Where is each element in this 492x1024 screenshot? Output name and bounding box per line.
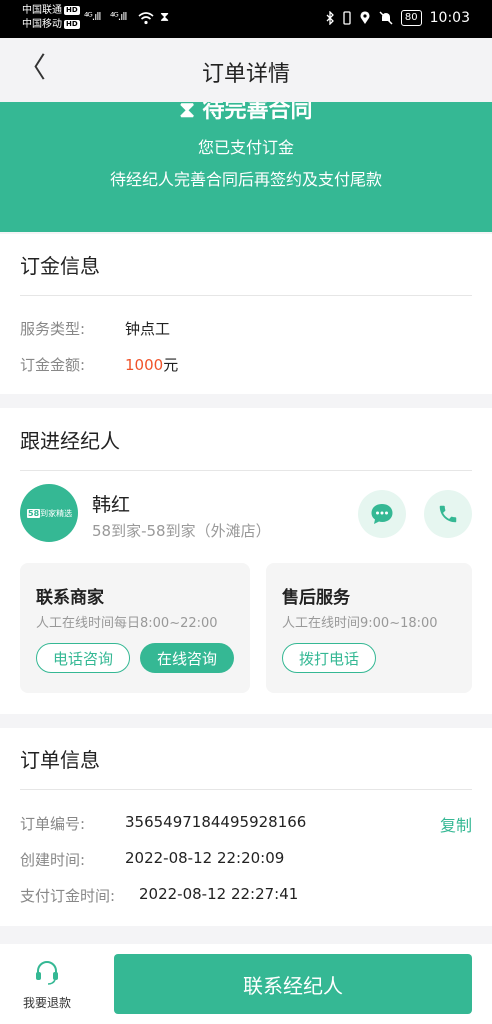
chat-bubble-icon [371,504,393,524]
bottom-bar: 我要退款 联系经纪人 [0,944,492,1024]
headset-icon [36,961,58,985]
battery-icon: 80 [400,10,422,26]
signal-icon: ⁴ᴳ.ıll [84,10,101,23]
hd-badge: HD [64,19,80,29]
deposit-title: 订金信息 [20,254,100,278]
created-time-label: 创建时间: [20,851,86,869]
hd-badge: HD [64,5,80,15]
merchant-title: 联系商家 [36,588,104,608]
order-no-label: 订单编号: [20,815,86,833]
refund-button[interactable]: 我要退款 [18,958,76,1011]
divider [20,470,472,471]
status-bar: 中国联通 HD 中国移动 HD ⁴ᴳ.ıll ⁴ᴳ.ıll ⧗ 80 10:03 [0,0,492,38]
paid-time-label: 支付订金时间: [20,887,116,905]
service-type-label: 服务类型: [20,320,86,338]
divider [20,295,472,296]
agent-title: 跟进经纪人 [20,429,120,453]
agent-store: 58到家-58到家（外滩店） [92,522,271,540]
aftersales-panel: 售后服务 人工在线时间9:00~18:00 拨打电话 [266,563,472,693]
phone-consult-button[interactable]: 电话咨询 [36,643,130,673]
page-title: 订单详情 [201,62,290,87]
copy-button[interactable]: 复制 [440,812,472,836]
carrier-info: 中国联通 HD 中国移动 HD [22,4,80,32]
status-right: 80 10:03 [325,10,470,26]
phone-icon [439,505,457,523]
brand-logo: 58到家精选 [27,508,72,519]
online-consult-button[interactable]: 在线咨询 [140,643,234,673]
banner-title: ⧗ 待完善合同 [0,102,492,124]
carrier-1: 中国联通 [22,5,62,16]
chat-button[interactable] [358,490,406,538]
deposit-amount-value: 1000元 [125,354,178,375]
order-title: 订单信息 [20,748,100,772]
nav-bar: 〈 订单详情 [0,38,492,102]
merchant-panel: 联系商家 人工在线时间每日8:00~22:00 电话咨询 在线咨询 [20,563,250,693]
deposit-amount-label: 订金金额: [20,356,86,374]
hourglass-icon: ⧗ [160,10,170,25]
order-no-value: 3565497184495928166 [125,813,307,831]
agent-avatar: 58到家精选 [20,484,78,542]
banner-title-text: 待完善合同 [202,102,313,123]
created-time-value: 2022-08-12 22:20:09 [125,849,285,867]
logo-badge: 58 [27,509,41,518]
banner-line-2: 待经纪人完善合同后再签约及支付尾款 [109,170,382,189]
dial-phone-button[interactable]: 拨打电话 [282,643,376,673]
aftersales-title: 售后服务 [282,588,350,608]
wifi-icon [138,12,154,25]
status-banner: ⧗ 待完善合同 您已支付订金 待经纪人完善合同后再签约及支付尾款 [0,102,492,232]
divider [20,789,472,790]
agent-name: 韩红 [92,494,131,516]
location-icon [360,11,370,24]
bluetooth-icon [326,11,334,25]
contact-agent-button[interactable]: 联系经纪人 [114,954,472,1014]
vibrate-icon [343,11,351,25]
refund-label: 我要退款 [22,996,71,1010]
aftersales-hours: 人工在线时间9:00~18:00 [282,616,438,631]
banner-line-1: 您已支付订金 [197,138,294,157]
amount-unit: 元 [163,356,179,374]
service-type-value: 钟点工 [125,320,171,338]
call-button[interactable] [424,490,472,538]
carrier-2: 中国移动 [22,19,62,30]
clock: 10:03 [429,10,470,26]
mute-bell-icon [379,11,393,25]
merchant-hours: 人工在线时间每日8:00~22:00 [36,616,218,631]
amount-number: 1000 [125,356,164,374]
paid-time-value: 2022-08-12 22:27:41 [139,885,299,903]
hourglass-icon: ⧗ [179,102,195,123]
logo-text: 到家精选 [40,509,73,518]
signal-icon: ⁴ᴳ.ıll [110,10,127,23]
